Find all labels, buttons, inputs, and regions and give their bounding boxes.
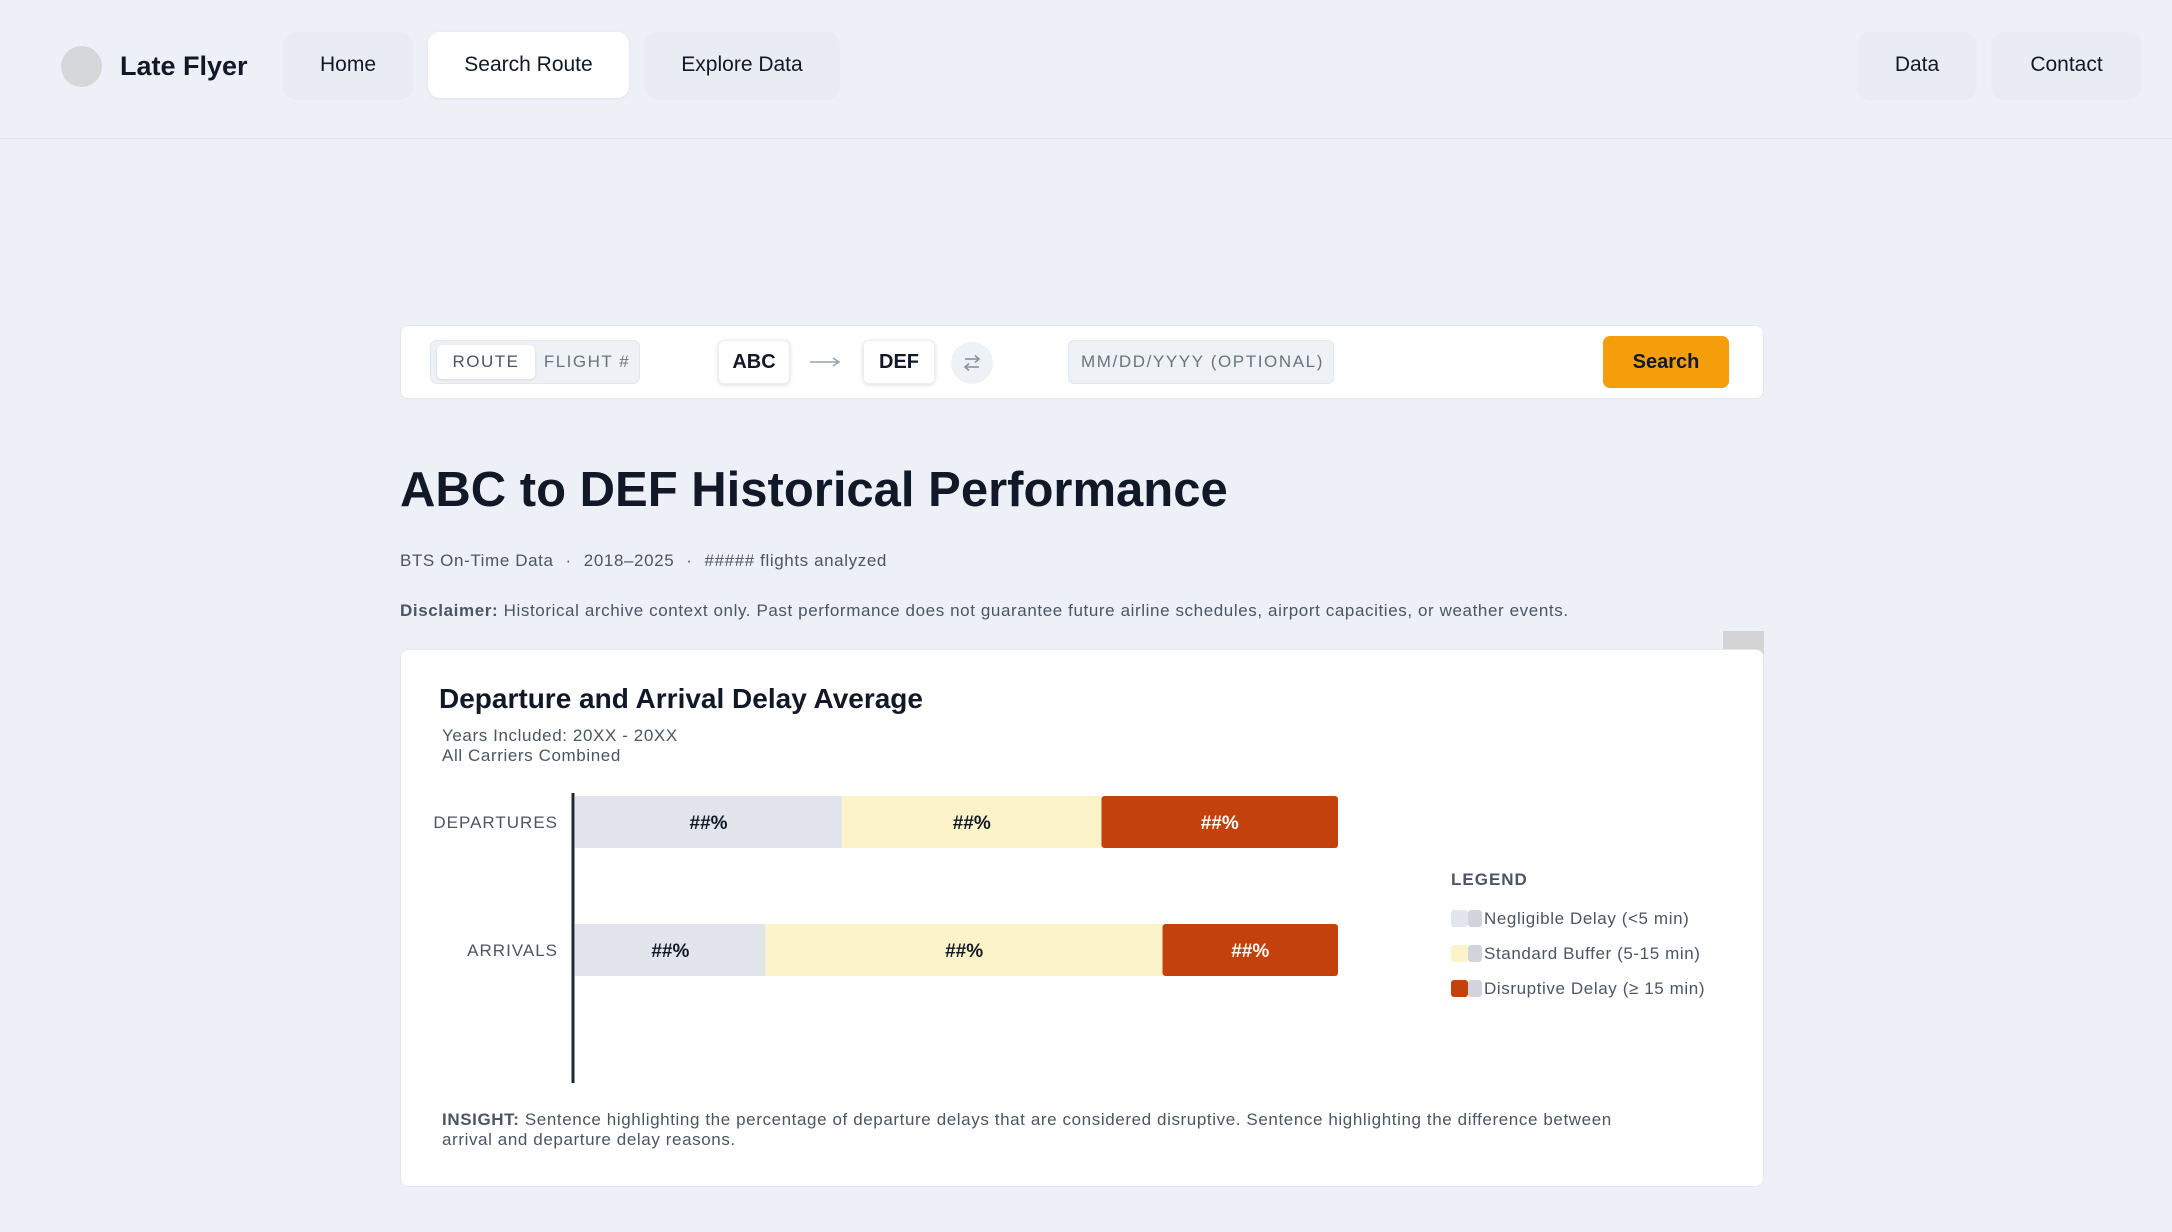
meta-separator: ·	[565, 551, 572, 570]
meta-source: BTS On-Time Data	[400, 551, 554, 570]
legend-item-negligible: Negligible Delay (<5 min)	[1451, 901, 1705, 936]
meta-years: 2018–2025	[583, 551, 675, 570]
legend-item-disruptive: Disruptive Delay (≥ 15 min)	[1451, 971, 1705, 1006]
bar-value-label: ##%	[945, 941, 983, 962]
origin-airport-field[interactable]: ABC	[718, 340, 790, 384]
nav-search-route-button[interactable]: Search Route	[428, 32, 629, 98]
insight-label: INSIGHT:	[442, 1110, 520, 1129]
brand-logo-icon	[61, 45, 102, 87]
nav-data-button[interactable]: Data	[1858, 32, 1976, 98]
nav-home-button[interactable]: Home	[284, 32, 412, 98]
brand[interactable]: Late Flyer	[61, 45, 248, 87]
meta-line: BTS On-Time Data · 2018–2025 · ##### flights…	[400, 551, 887, 571]
legend-swatch	[1451, 910, 1484, 927]
insight-body: Sentence highlighting the percentage of …	[442, 1110, 1612, 1149]
insight-text: INSIGHT: Sentence highlighting the perce…	[442, 1110, 1642, 1150]
nav-explore-data-button[interactable]: Explore Data	[645, 32, 839, 98]
legend-label: Negligible Delay (<5 min)	[1484, 908, 1690, 928]
destination-airport-field[interactable]: DEF	[863, 340, 935, 384]
category-label: DEPARTURES	[433, 813, 558, 832]
mode-flight-option[interactable]: FLIGHT #	[539, 345, 635, 379]
date-input[interactable]	[1068, 340, 1334, 384]
bar-value-label: ##%	[1231, 941, 1269, 962]
category-label: ARRIVALS	[467, 941, 558, 960]
search-mode-toggle: ROUTE FLIGHT #	[430, 340, 640, 384]
disclaimer: Disclaimer: Historical archive context o…	[400, 601, 1569, 621]
arrow-right-icon	[810, 357, 841, 367]
bar-value-label: ##%	[690, 813, 728, 834]
bar-value-label: ##%	[1201, 813, 1239, 834]
meta-flight-count: ##### flights analyzed	[704, 551, 887, 570]
search-bar: ROUTE FLIGHT # ABC DEF Search	[400, 325, 1764, 399]
legend-swatch	[1451, 945, 1484, 962]
bar-value-label: ##%	[651, 941, 689, 962]
disclaimer-label: Disclaimer:	[400, 601, 499, 620]
nav-contact-button[interactable]: Contact	[1992, 32, 2141, 98]
disclaimer-text: Historical archive context only. Past pe…	[498, 601, 1569, 620]
swap-button[interactable]	[951, 342, 993, 384]
chart-card: Departure and Arrival Delay Average Year…	[400, 649, 1764, 1187]
legend-item-standard: Standard Buffer (5-15 min)	[1451, 936, 1705, 971]
chart-legend: LEGEND Negligible Delay (<5 min) Standar…	[1451, 870, 1705, 1006]
top-nav: Late Flyer Home Search Route Explore Dat…	[0, 0, 2172, 139]
legend-title: LEGEND	[1451, 870, 1528, 889]
page-title: ABC to DEF Historical Performance	[400, 463, 1228, 517]
brand-name: Late Flyer	[120, 50, 248, 81]
legend-label: Standard Buffer (5-15 min)	[1484, 943, 1701, 963]
search-button[interactable]: Search	[1603, 336, 1729, 388]
meta-separator: ·	[686, 551, 693, 570]
swap-icon	[963, 354, 981, 372]
legend-label: Disruptive Delay (≥ 15 min)	[1484, 978, 1706, 998]
bar-value-label: ##%	[953, 813, 991, 834]
mode-route-option[interactable]: ROUTE	[437, 345, 535, 379]
legend-swatch	[1451, 980, 1484, 997]
